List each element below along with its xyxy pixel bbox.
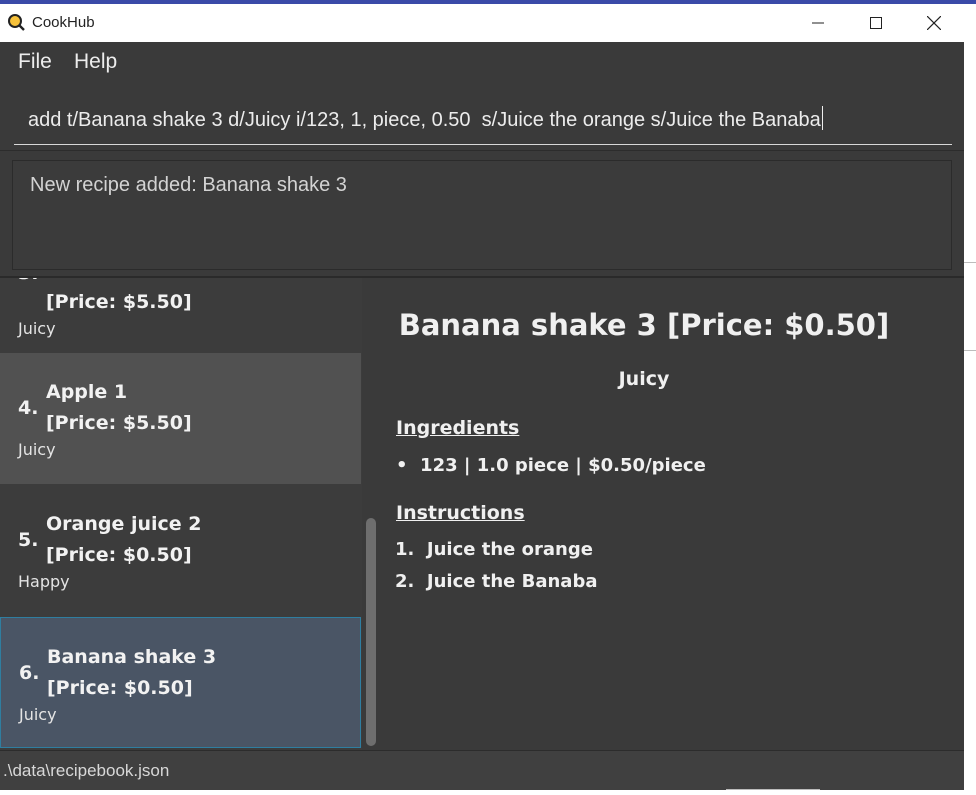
recipe-description: Juicy: [18, 440, 56, 459]
cookhub-logo-icon: [8, 14, 25, 31]
window-title: CookHub: [32, 14, 95, 31]
command-input[interactable]: add t/Banana shake 3 d/Juicy i/123, 1, p…: [14, 94, 952, 145]
recipe-card[interactable]: 5. Orange juice 2 [Price: $0.50] Happy: [0, 485, 361, 616]
recipe-price: [Price: $0.50]: [46, 544, 192, 566]
instruction-text: Juice the orange: [426, 539, 593, 560]
scrollbar-thumb[interactable]: [366, 518, 376, 746]
recipe-price: [Price: $0.50]: [47, 677, 193, 699]
background-edge: [964, 262, 976, 263]
recipe-index: 6.: [19, 662, 40, 684]
recipe-index: 4.: [18, 397, 39, 419]
menu-help[interactable]: Help: [74, 50, 117, 74]
status-file-path: .\data\recipebook.json: [3, 761, 170, 780]
recipe-index: 5.: [18, 529, 39, 551]
recipe-list[interactable]: 3. [Price: $5.50] Juicy 4. Apple 1 [Pric…: [0, 278, 362, 750]
recipe-description: Juicy: [18, 319, 56, 338]
recipe-card[interactable]: 3. [Price: $5.50] Juicy: [0, 278, 361, 338]
result-text: New recipe added: Banana shake 3: [30, 174, 347, 196]
step-number: 2.: [395, 571, 427, 592]
step-number: 1.: [395, 539, 427, 560]
background-edge: [964, 350, 976, 351]
menu-bar: File Help: [0, 42, 964, 86]
detail-title: Banana shake 3 [Price: $0.50]: [398, 308, 890, 342]
close-button[interactable]: [911, 4, 957, 42]
recipe-name: Banana shake 3: [47, 646, 217, 668]
recipe-card-selected[interactable]: 6. Banana shake 3 [Price: $0.50] Juicy: [0, 617, 361, 748]
text-caret: [821, 106, 823, 130]
result-display[interactable]: New recipe added: Banana shake 3: [12, 160, 952, 270]
status-bar: .\data\recipebook.json: [0, 750, 964, 790]
recipe-description: Juicy: [19, 705, 57, 724]
title-bar[interactable]: CookHub: [0, 4, 964, 42]
divider: [0, 150, 964, 151]
background-edge: [726, 789, 820, 790]
recipe-name: Orange juice 2: [46, 513, 202, 535]
maximize-icon: [870, 17, 882, 29]
minimize-icon: [812, 22, 824, 24]
instruction-text: Juice the Banaba: [426, 571, 598, 592]
ingredient-text: 123 | 1.0 piece | $0.50/piece: [420, 455, 706, 476]
recipe-detail-panel: Banana shake 3 [Price: $0.50] Juicy Ingr…: [380, 278, 964, 750]
ingredients-heading: Ingredients: [396, 417, 520, 439]
recipe-card[interactable]: 4. Apple 1 [Price: $5.50] Juicy: [0, 353, 361, 484]
recipe-price: [Price: $5.50]: [46, 291, 192, 313]
close-icon: [927, 16, 941, 30]
instructions-heading: Instructions: [396, 502, 525, 524]
app-window: File Help add t/Banana shake 3 d/Juicy i…: [0, 42, 964, 790]
minimize-button[interactable]: [795, 4, 841, 42]
ingredient-item: • 123 | 1.0 piece | $0.50/piece: [396, 455, 706, 476]
recipe-price: [Price: $5.50]: [46, 412, 192, 434]
maximize-button[interactable]: [853, 4, 899, 42]
bullet-icon: •: [396, 455, 421, 476]
recipe-index: 3.: [18, 278, 38, 284]
instruction-item: 2. Juice the Banaba: [395, 571, 597, 592]
instruction-item: 1. Juice the orange: [395, 539, 593, 560]
command-text: add t/Banana shake 3 d/Juicy i/123, 1, p…: [28, 106, 823, 132]
menu-file[interactable]: File: [18, 50, 52, 74]
detail-description: Juicy: [618, 368, 670, 390]
recipe-name: Apple 1: [46, 381, 128, 403]
recipe-description: Happy: [18, 572, 70, 591]
